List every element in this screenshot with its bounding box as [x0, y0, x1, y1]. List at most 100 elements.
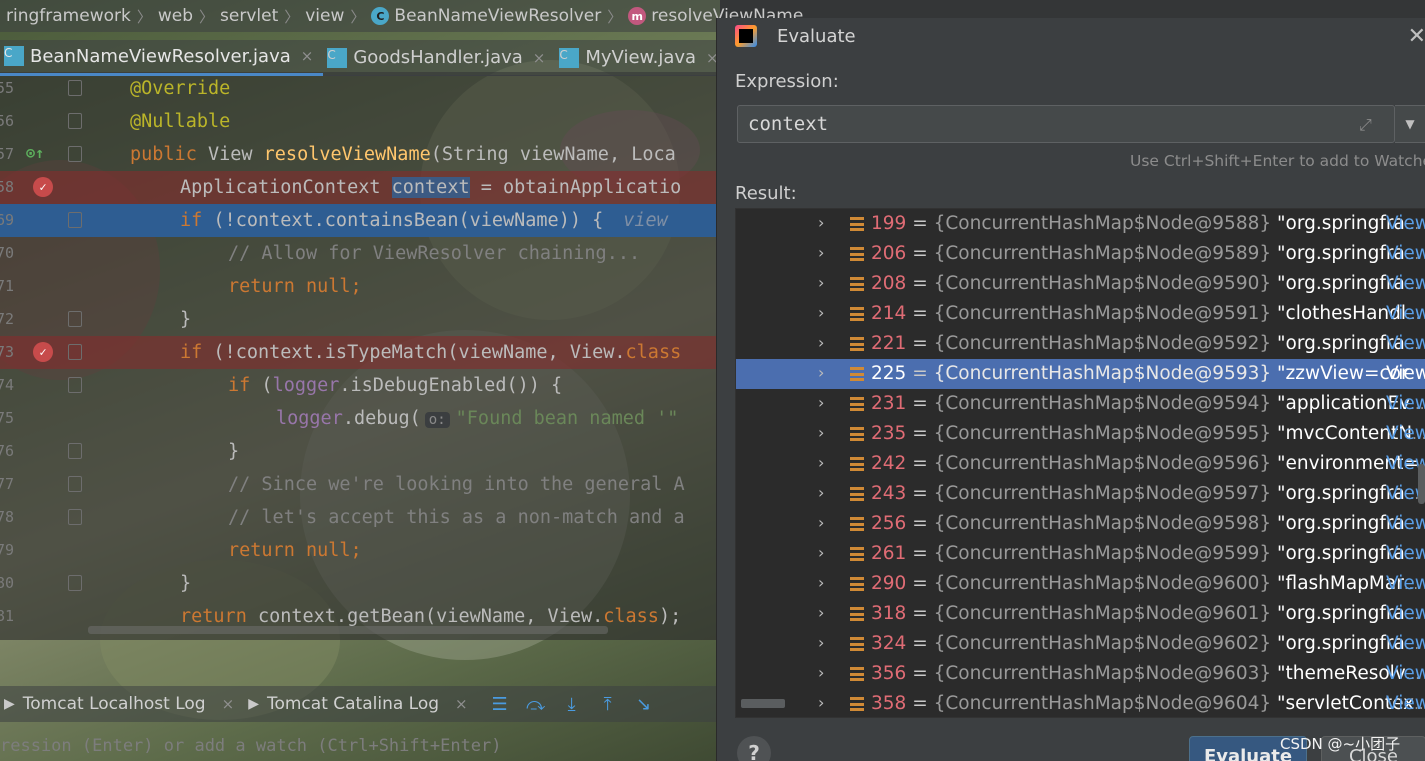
- chevron-right-icon[interactable]: ›: [818, 423, 824, 442]
- breadcrumb-item[interactable]: view: [299, 6, 350, 26]
- code-line[interactable]: 74 if (logger.isDebugEnabled()) {: [0, 369, 716, 402]
- breadcrumb-item[interactable]: web: [152, 6, 199, 26]
- breakpoint-icon[interactable]: ✓: [33, 177, 53, 197]
- close-icon[interactable]: ✕: [1408, 24, 1425, 49]
- chevron-right-icon[interactable]: ›: [818, 273, 824, 292]
- fold-marker-icon[interactable]: [68, 146, 82, 162]
- breakpoint-icon[interactable]: ✓: [33, 342, 53, 362]
- result-row[interactable]: › 356 = {ConcurrentHashMap$Node@9603} "th…: [736, 659, 1425, 689]
- fold-marker-icon[interactable]: [68, 509, 82, 525]
- result-row[interactable]: › 208 = {ConcurrentHashMap$Node@9590} "or…: [736, 269, 1425, 299]
- tab-tomcat-catalina-log[interactable]: ▶ Tomcat Catalina Log ×: [244, 694, 477, 714]
- code-line[interactable]: 75 logger.debug(o: "Found bean named '": [0, 402, 716, 435]
- view-link[interactable]: View: [1386, 363, 1425, 384]
- fold-marker-icon[interactable]: [68, 476, 82, 492]
- editor-horizontal-scrollbar[interactable]: [88, 626, 608, 634]
- result-row[interactable]: › 290 = {ConcurrentHashMap$Node@9600} "fl…: [736, 569, 1425, 599]
- fold-marker-icon[interactable]: [68, 443, 82, 459]
- view-link[interactable]: View: [1386, 303, 1425, 324]
- code-line[interactable]: 77 // Since we're looking into the gener…: [0, 468, 716, 501]
- fold-marker-icon[interactable]: [68, 311, 82, 327]
- fold-marker-icon[interactable]: [68, 113, 82, 129]
- chevron-right-icon[interactable]: ›: [818, 543, 824, 562]
- step-into-icon[interactable]: ⤓: [558, 690, 586, 718]
- tab-beannameviewresolver[interactable]: C BeanNameViewResolver.java ×: [0, 40, 324, 76]
- breadcrumb-item-class[interactable]: C BeanNameViewResolver: [365, 6, 607, 26]
- close-icon[interactable]: ×: [455, 695, 468, 713]
- view-link[interactable]: View: [1386, 693, 1425, 714]
- result-row[interactable]: › 324 = {ConcurrentHashMap$Node@9602} "or…: [736, 629, 1425, 659]
- code-line[interactable]: 78 // let's accept this as a non-match a…: [0, 501, 716, 534]
- code-line[interactable]: 79 return null;: [0, 534, 716, 567]
- chevron-right-icon[interactable]: ›: [818, 453, 824, 472]
- result-row[interactable]: › 243 = {ConcurrentHashMap$Node@9597} "or…: [736, 479, 1425, 509]
- view-link[interactable]: View: [1386, 633, 1425, 654]
- fold-marker-icon[interactable]: [68, 377, 82, 393]
- result-row[interactable]: › 261 = {ConcurrentHashMap$Node@9599} "or…: [736, 539, 1425, 569]
- view-link[interactable]: View: [1386, 513, 1425, 534]
- result-row[interactable]: › 206 = {ConcurrentHashMap$Node@9589} "or…: [736, 239, 1425, 269]
- fold-marker-icon[interactable]: [68, 575, 82, 591]
- close-icon[interactable]: ×: [222, 695, 235, 713]
- chevron-right-icon[interactable]: ›: [818, 363, 824, 382]
- code-line[interactable]: 55 @Override: [0, 72, 716, 105]
- override-icon[interactable]: ⊙↑: [26, 144, 44, 162]
- chevron-right-icon[interactable]: ›: [818, 513, 824, 532]
- result-row[interactable]: › 358 = {ConcurrentHashMap$Node@9604} "se…: [736, 689, 1425, 717]
- chevron-right-icon[interactable]: ›: [818, 603, 824, 622]
- close-icon[interactable]: ×: [533, 49, 546, 67]
- result-row[interactable]: › 199 = {ConcurrentHashMap$Node@9588} "or…: [736, 209, 1425, 239]
- chevron-right-icon[interactable]: ›: [818, 483, 824, 502]
- chevron-right-icon[interactable]: ›: [818, 243, 824, 262]
- result-row[interactable]: › 318 = {ConcurrentHashMap$Node@9601} "or…: [736, 599, 1425, 629]
- history-dropdown-button[interactable]: ▼: [1395, 105, 1425, 143]
- view-link[interactable]: View: [1386, 393, 1425, 414]
- fold-marker-icon[interactable]: [68, 80, 82, 96]
- tab-myview[interactable]: C MyView.java ×: [555, 40, 728, 76]
- result-row[interactable]: › 221 = {ConcurrentHashMap$Node@9592} "or…: [736, 329, 1425, 359]
- code-line[interactable]: 80 }: [0, 567, 716, 600]
- breadcrumb-item[interactable]: ringframework: [0, 6, 137, 26]
- chevron-right-icon[interactable]: ›: [818, 693, 824, 712]
- tab-tomcat-localhost-log[interactable]: ▶ Tomcat Localhost Log ×: [0, 694, 244, 714]
- run-to-cursor-icon[interactable]: ↘: [630, 690, 658, 718]
- dialog-title-bar[interactable]: Evaluate ✕: [717, 18, 1425, 54]
- code-line-breakpoint[interactable]: 58 ✓ ApplicationContext context = obtainA…: [0, 171, 716, 204]
- expression-input[interactable]: context: [737, 105, 1395, 143]
- result-row[interactable]: › 235 = {ConcurrentHashMap$Node@9595} "mv…: [736, 419, 1425, 449]
- view-link[interactable]: View: [1386, 573, 1425, 594]
- fold-marker-icon[interactable]: [68, 344, 82, 360]
- view-link[interactable]: View: [1386, 213, 1425, 234]
- view-link[interactable]: View: [1386, 243, 1425, 264]
- view-link[interactable]: View: [1386, 273, 1425, 294]
- code-line-execution-point[interactable]: 69 if (!context.containsBean(viewName)) …: [0, 204, 716, 237]
- chevron-right-icon[interactable]: ›: [818, 633, 824, 652]
- breadcrumb-item[interactable]: servlet: [214, 6, 284, 26]
- code-line[interactable]: 57 ⊙↑ public View resolveViewName(String …: [0, 138, 716, 171]
- code-editor[interactable]: 55 @Override 56 @Nullable 57 ⊙↑ public Vi…: [0, 76, 716, 636]
- step-over-icon[interactable]: ⤼: [522, 690, 550, 718]
- code-line[interactable]: 71 return null;: [0, 270, 716, 303]
- help-button[interactable]: ?: [737, 736, 771, 761]
- step-out-icon[interactable]: ⤒: [594, 690, 622, 718]
- result-tree[interactable]: › 199 = {ConcurrentHashMap$Node@9588} "or…: [735, 208, 1425, 718]
- code-line[interactable]: 72 }: [0, 303, 716, 336]
- view-link[interactable]: View: [1386, 543, 1425, 564]
- code-line[interactable]: 70 // Allow for ViewResolver chaining...: [0, 237, 716, 270]
- view-link[interactable]: View: [1386, 663, 1425, 684]
- result-row[interactable]: › 231 = {ConcurrentHashMap$Node@9594} "ap…: [736, 389, 1425, 419]
- code-line[interactable]: 76 }: [0, 435, 716, 468]
- chevron-right-icon[interactable]: ›: [818, 573, 824, 592]
- result-row[interactable]: › 242 = {ConcurrentHashMap$Node@9596} "en…: [736, 449, 1425, 479]
- result-horizontal-scrollbar[interactable]: [741, 699, 785, 708]
- chevron-right-icon[interactable]: ›: [818, 213, 824, 232]
- expand-icon[interactable]: ⤢: [1359, 115, 1372, 135]
- chevron-right-icon[interactable]: ›: [818, 393, 824, 412]
- watch-expression-input[interactable]: ression (Enter) or add a watch (Ctrl+Shi…: [0, 730, 716, 761]
- tab-goodshandler[interactable]: C GoodsHandler.java ×: [323, 40, 555, 76]
- menu-lines-icon[interactable]: ☰: [486, 690, 514, 718]
- view-link[interactable]: View: [1386, 423, 1425, 444]
- close-icon[interactable]: ×: [301, 47, 314, 65]
- view-link[interactable]: View: [1386, 333, 1425, 354]
- result-row-selected[interactable]: › 225 = {ConcurrentHashMap$Node@9593} "zz…: [736, 359, 1425, 389]
